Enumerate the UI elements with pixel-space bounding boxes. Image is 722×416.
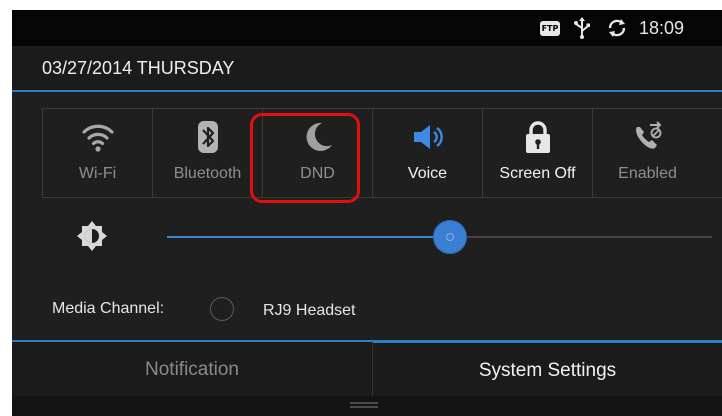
tab-notification[interactable]: Notification	[12, 340, 372, 396]
toggle-call-forward[interactable]: Enabled	[592, 109, 702, 197]
toggle-label: Voice	[407, 165, 448, 182]
ftp-icon: FTP	[540, 21, 560, 36]
toggle-label: Bluetooth	[173, 165, 242, 182]
lock-icon	[525, 121, 550, 153]
media-channel-label: Media Channel:	[52, 300, 165, 317]
usb-icon	[574, 17, 590, 39]
drag-handle[interactable]	[350, 402, 378, 408]
toggle-label: Enabled	[618, 165, 677, 182]
wifi-icon	[81, 124, 114, 152]
brightness-slider-thumb[interactable]	[433, 220, 468, 254]
bluetooth-icon	[197, 121, 218, 153]
call-forward-icon	[635, 121, 661, 149]
moon-icon	[306, 122, 332, 151]
brightness-slider[interactable]	[167, 220, 712, 254]
toggle-label: DND	[300, 165, 335, 182]
brightness-icon	[77, 221, 107, 251]
date-label: 03/27/2014 THURSDAY	[42, 58, 235, 78]
clock: 18:09	[639, 18, 685, 38]
toggle-dnd[interactable]: DND	[262, 109, 372, 197]
bottom-tabs: Notification System Settings	[12, 340, 722, 396]
tab-system-settings[interactable]: System Settings	[372, 340, 722, 396]
media-channel-radio[interactable]	[210, 297, 234, 321]
toggle-label: Screen Off	[499, 165, 576, 182]
toggle-wifi[interactable]: Wi-Fi	[42, 109, 152, 197]
brightness-slider-fill	[167, 236, 451, 238]
date-header: 03/27/2014 THURSDAY	[12, 46, 722, 90]
quick-toggle-row: Wi-Fi Bluetooth DND Voice Screen Off Ena…	[42, 108, 722, 198]
toggle-voice[interactable]: Voice	[372, 109, 482, 197]
settings-area: Wi-Fi Bluetooth DND Voice Screen Off Ena…	[12, 92, 722, 340]
speaker-icon	[413, 125, 443, 149]
toggle-screen-off[interactable]: Screen Off	[482, 109, 592, 197]
media-channel-value[interactable]: RJ9 Headset	[263, 302, 356, 320]
quick-settings-panel: FTP 18:09 03/27/2014 THURSDAY Wi-Fi Blue…	[12, 10, 722, 416]
toggle-bluetooth[interactable]: Bluetooth	[152, 109, 262, 197]
toggle-label: Wi-Fi	[78, 165, 117, 182]
status-bar: FTP 18:09	[12, 10, 722, 46]
sync-icon	[608, 19, 626, 37]
